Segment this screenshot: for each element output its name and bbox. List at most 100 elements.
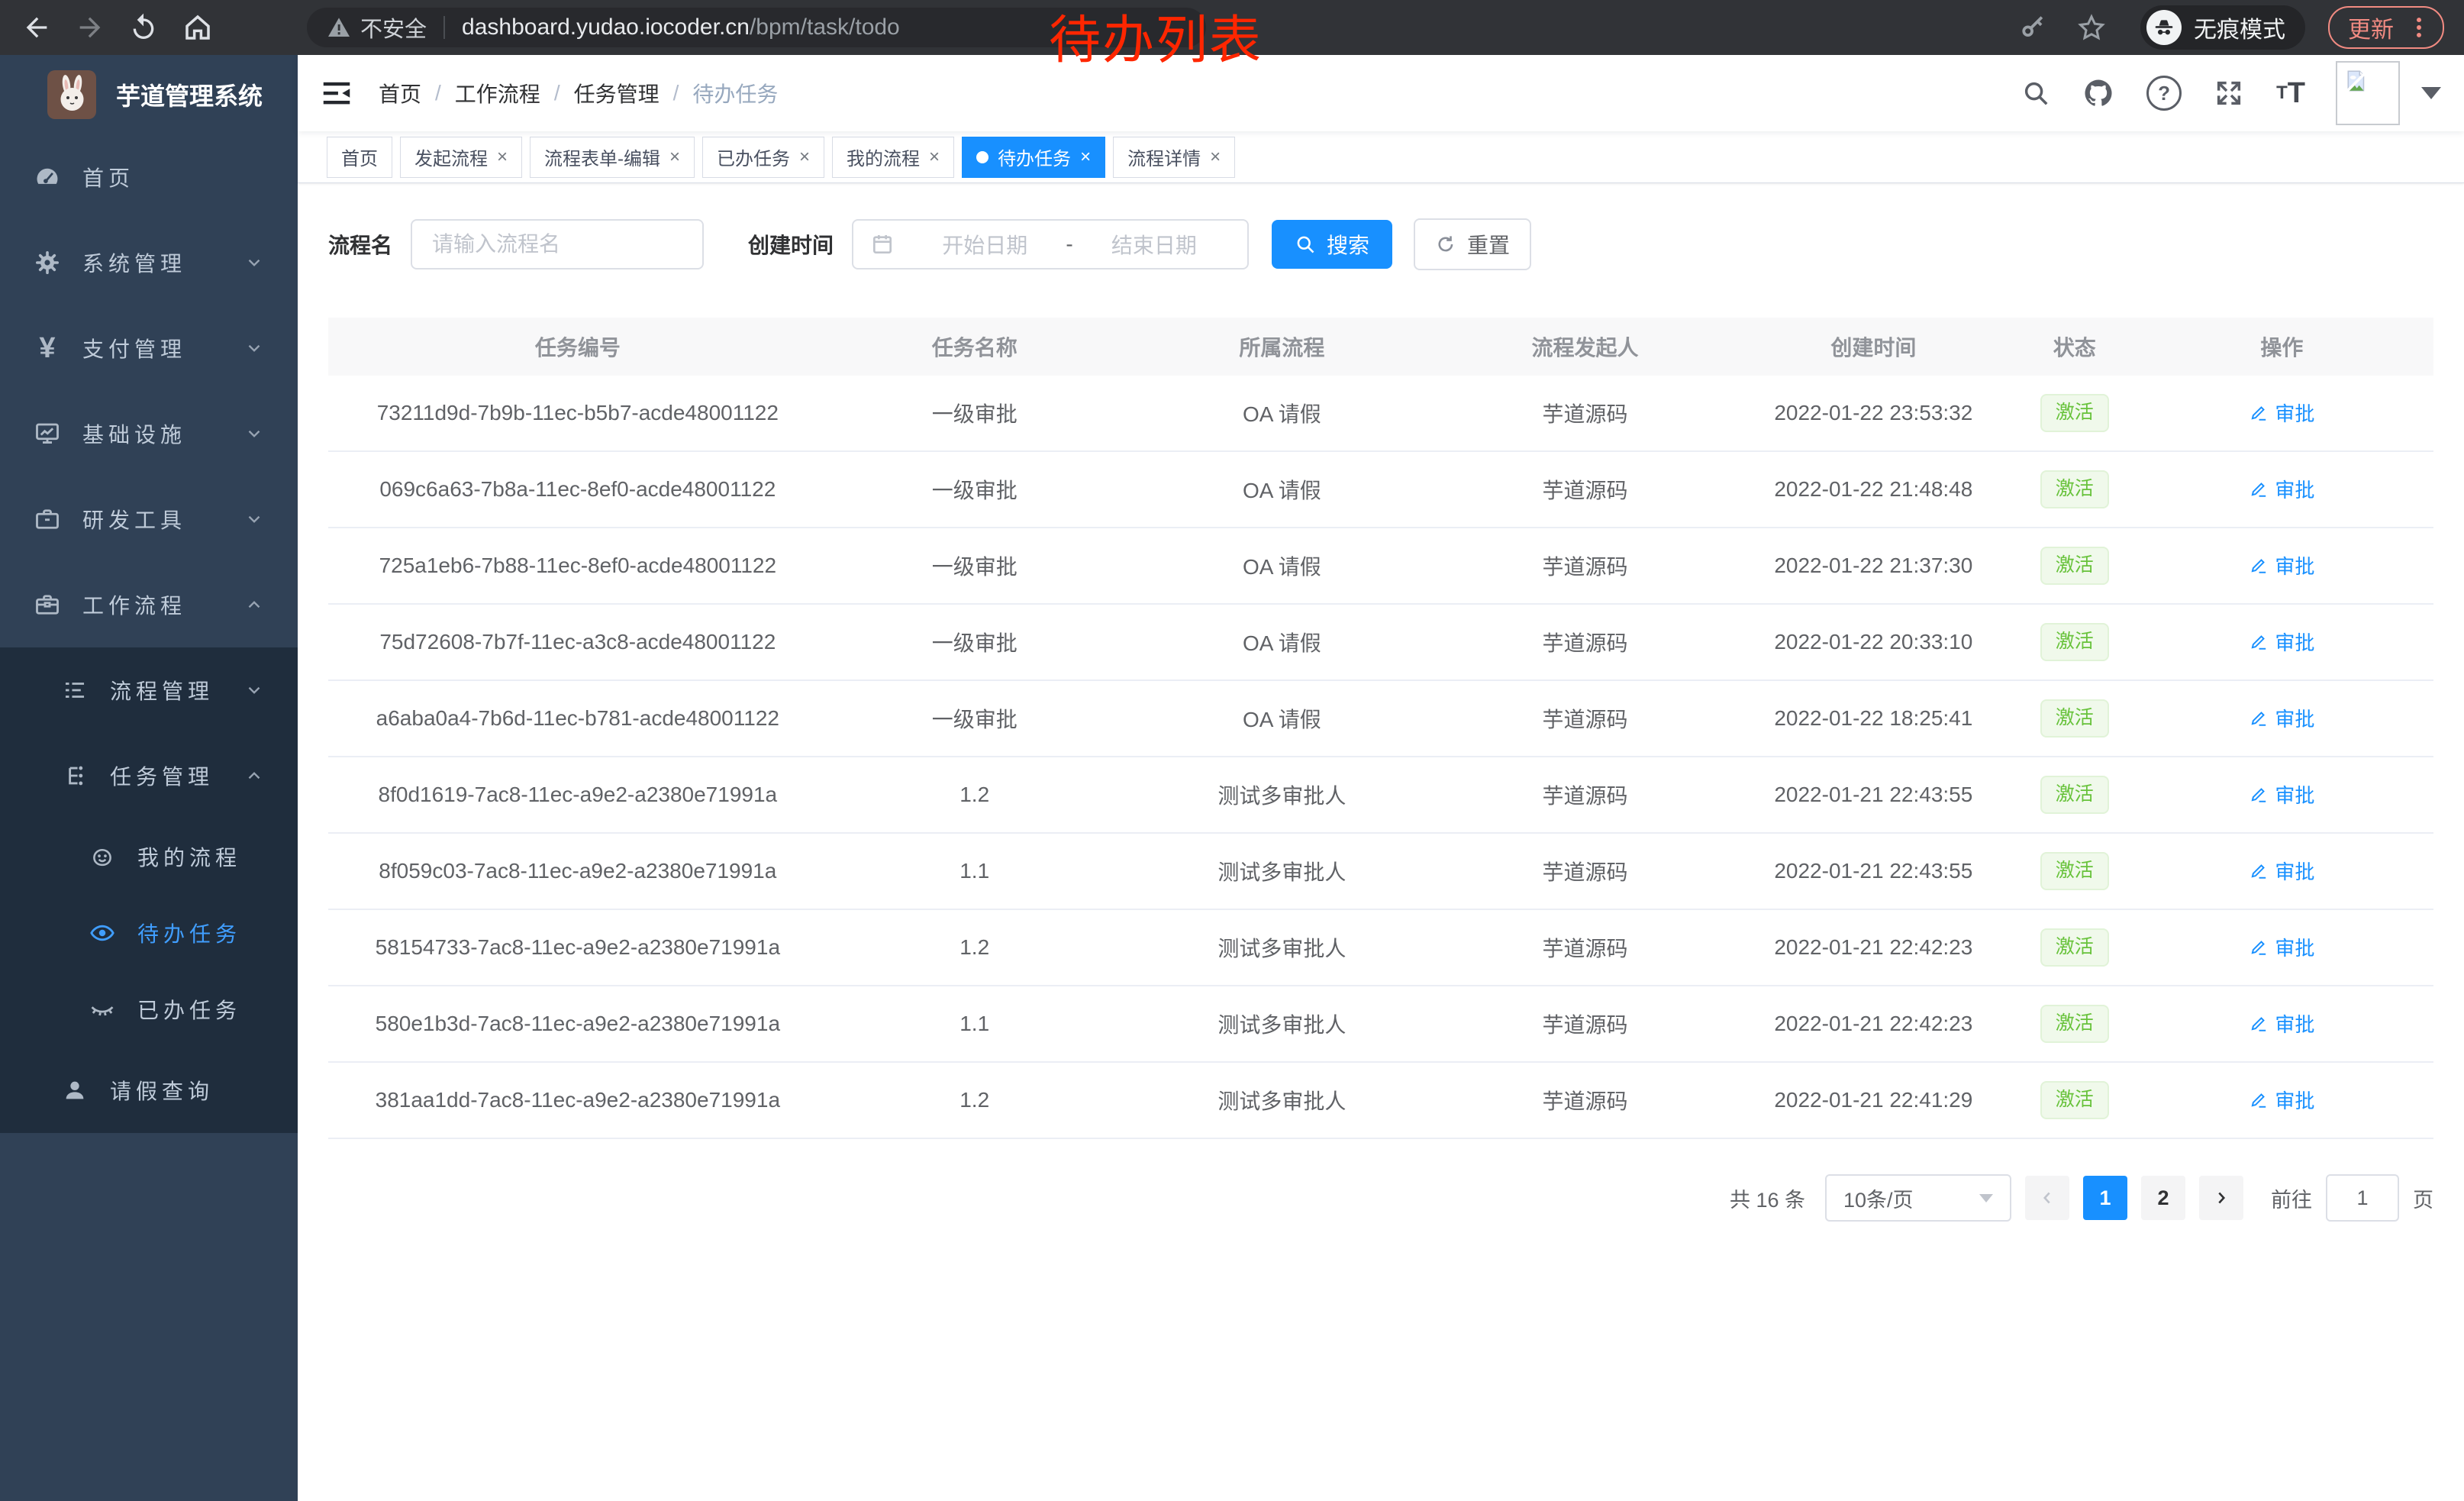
edit-pencil-icon (2249, 937, 2269, 957)
sidebar-item-leave-query[interactable]: 请假查询 (0, 1047, 298, 1133)
help-icon[interactable]: ? (2146, 76, 2182, 111)
page-button-1[interactable]: 1 (2083, 1176, 2127, 1220)
edit-pencil-icon (2249, 1013, 2269, 1033)
github-icon[interactable] (2082, 77, 2114, 109)
edit-pencil-icon (2249, 784, 2269, 804)
sidebar-item-infrastructure[interactable]: 基础设施 (0, 391, 298, 476)
bookmark-star-icon[interactable] (2076, 12, 2107, 43)
filter-bar: 流程名 创建时间 开始日期 - 结束日期 (328, 218, 2433, 270)
created-time-cell: 2022-01-21 22:42:23 (1728, 1012, 2019, 1036)
close-icon[interactable]: × (799, 148, 810, 166)
tab-todo-tasks[interactable]: 待办任务× (962, 137, 1105, 178)
sidebar-collapse-icon[interactable] (319, 76, 354, 111)
close-icon[interactable]: × (1080, 148, 1091, 166)
process-cell: 测试多审批人 (1122, 932, 1442, 963)
url-text[interactable]: dashboard.yudao.iocoder.cn/bpm/task/todo (462, 15, 900, 40)
font-size-icon[interactable]: TT (2276, 77, 2305, 110)
avatar[interactable] (2336, 61, 2400, 125)
approve-button[interactable]: 审批 (2249, 1009, 2314, 1038)
browser-forward-icon[interactable] (75, 12, 105, 43)
browser-menu-icon[interactable] (2406, 15, 2432, 40)
approve-button[interactable]: 审批 (2249, 1086, 2314, 1114)
incognito-label: 无痕模式 (2194, 11, 2285, 44)
browser-home-icon[interactable] (182, 11, 214, 44)
next-page-button[interactable] (2199, 1176, 2243, 1220)
approve-button[interactable]: 审批 (2249, 399, 2314, 427)
screen: 不安全 dashboard.yudao.iocoder.cn/bpm/task/… (0, 0, 2464, 1501)
sidebar-item-done-tasks[interactable]: 已办任务 (0, 971, 298, 1047)
sidebar-item-system[interactable]: 系统管理 (0, 220, 298, 305)
tab-process-detail[interactable]: 流程详情× (1113, 137, 1235, 178)
gear-icon (32, 249, 63, 276)
status-badge: 激活 (2040, 1081, 2109, 1118)
sidebar-item-payment[interactable]: ¥ 支付管理 (0, 305, 298, 391)
created-time-cell: 2022-01-22 23:53:32 (1728, 401, 2019, 425)
close-icon[interactable]: × (1210, 148, 1221, 166)
status-badge: 激活 (2040, 623, 2109, 660)
fullscreen-icon[interactable] (2214, 78, 2244, 108)
sidebar-item-process-mgmt[interactable]: 流程管理 (0, 647, 298, 733)
edit-pencil-icon (2249, 631, 2269, 651)
process-cell: OA 请假 (1122, 703, 1442, 734)
chevron-down-icon[interactable] (2421, 87, 2441, 99)
sidebar-item-my-process[interactable]: 我的流程 (0, 818, 298, 895)
page-size-select[interactable]: 10条/页 (1825, 1174, 2011, 1222)
approve-button[interactable]: 审批 (2249, 780, 2314, 809)
security-label[interactable]: 不安全 (360, 11, 427, 44)
search-button[interactable]: 搜索 (1272, 220, 1392, 269)
close-icon[interactable]: × (497, 148, 508, 166)
date-range-picker[interactable]: 开始日期 - 结束日期 (852, 219, 1249, 270)
app-logo-row[interactable]: 芋道管理系统 (0, 55, 298, 134)
breadcrumb-item[interactable]: 工作流程 (455, 78, 540, 108)
end-date-placeholder[interactable]: 结束日期 (1078, 229, 1230, 260)
status-cell: 激活 (2019, 1005, 2130, 1042)
tab-form-edit[interactable]: 流程表单-编辑× (530, 137, 695, 178)
process-name-label: 流程名 (328, 229, 392, 260)
table-row: 725a1eb6-7b88-11ec-8ef0-acde48001122 一级审… (328, 528, 2433, 605)
sidebar-item-task-mgmt[interactable]: 任务管理 (0, 733, 298, 818)
task-name-cell: 一级审批 (827, 627, 1122, 657)
goto-page-input[interactable] (2327, 1186, 2398, 1211)
tab-done-tasks[interactable]: 已办任务× (702, 137, 824, 178)
edit-pencil-icon (2249, 1089, 2269, 1109)
close-icon[interactable]: × (669, 148, 680, 166)
tab-home[interactable]: 首页 (327, 137, 392, 178)
approve-button[interactable]: 审批 (2249, 551, 2314, 579)
breadcrumb-item[interactable]: 首页 (379, 78, 421, 108)
app-logo (47, 70, 96, 119)
sidebar-item-todo-tasks[interactable]: 待办任务 (0, 895, 298, 971)
sidebar-item-home[interactable]: 首页 (0, 134, 298, 220)
security-warning-icon[interactable] (327, 15, 351, 40)
prev-page-button[interactable] (2025, 1176, 2069, 1220)
list-icon (60, 677, 90, 703)
status-badge: 激活 (2040, 852, 2109, 889)
approve-button[interactable]: 审批 (2249, 628, 2314, 656)
password-key-icon[interactable] (2018, 13, 2047, 42)
browser-back-icon[interactable] (21, 12, 52, 43)
approve-button[interactable]: 审批 (2249, 475, 2314, 503)
breadcrumb-item[interactable]: 任务管理 (574, 78, 660, 108)
tasks-table: 任务编号 任务名称 所属流程 流程发起人 创建时间 状态 操作 73211d9d… (328, 318, 2433, 1139)
tab-my-process[interactable]: 我的流程× (832, 137, 954, 178)
sidebar-item-dev-tools[interactable]: 研发工具 (0, 476, 298, 562)
workflow-submenu: 流程管理 任务管理 (0, 647, 298, 1133)
sidebar-item-workflow[interactable]: 工作流程 (0, 562, 298, 647)
page-button-2[interactable]: 2 (2141, 1176, 2185, 1220)
process-name-input[interactable] (417, 232, 698, 257)
approve-button[interactable]: 审批 (2249, 704, 2314, 732)
start-date-placeholder[interactable]: 开始日期 (908, 229, 1061, 260)
initiator-cell: 芋道源码 (1442, 550, 1728, 581)
tab-start-process[interactable]: 发起流程× (400, 137, 522, 178)
search-icon[interactable] (2021, 79, 2050, 108)
browser-update-button[interactable]: 更新 (2328, 6, 2444, 49)
table-body: 73211d9d-7b9b-11ec-b5b7-acde48001122 一级审… (328, 376, 2433, 1139)
status-cell: 激活 (2019, 1081, 2130, 1118)
browser-reload-icon[interactable] (128, 12, 159, 43)
approve-button[interactable]: 审批 (2249, 857, 2314, 885)
process-cell: 测试多审批人 (1122, 856, 1442, 886)
close-icon[interactable]: × (929, 148, 940, 166)
navbar: 首页 / 工作流程 / 任务管理 / 待办任务 ? (298, 55, 2464, 131)
approve-button[interactable]: 审批 (2249, 933, 2314, 961)
breadcrumb-item-current: 待办任务 (692, 78, 778, 108)
reset-button[interactable]: 重置 (1414, 218, 1531, 270)
